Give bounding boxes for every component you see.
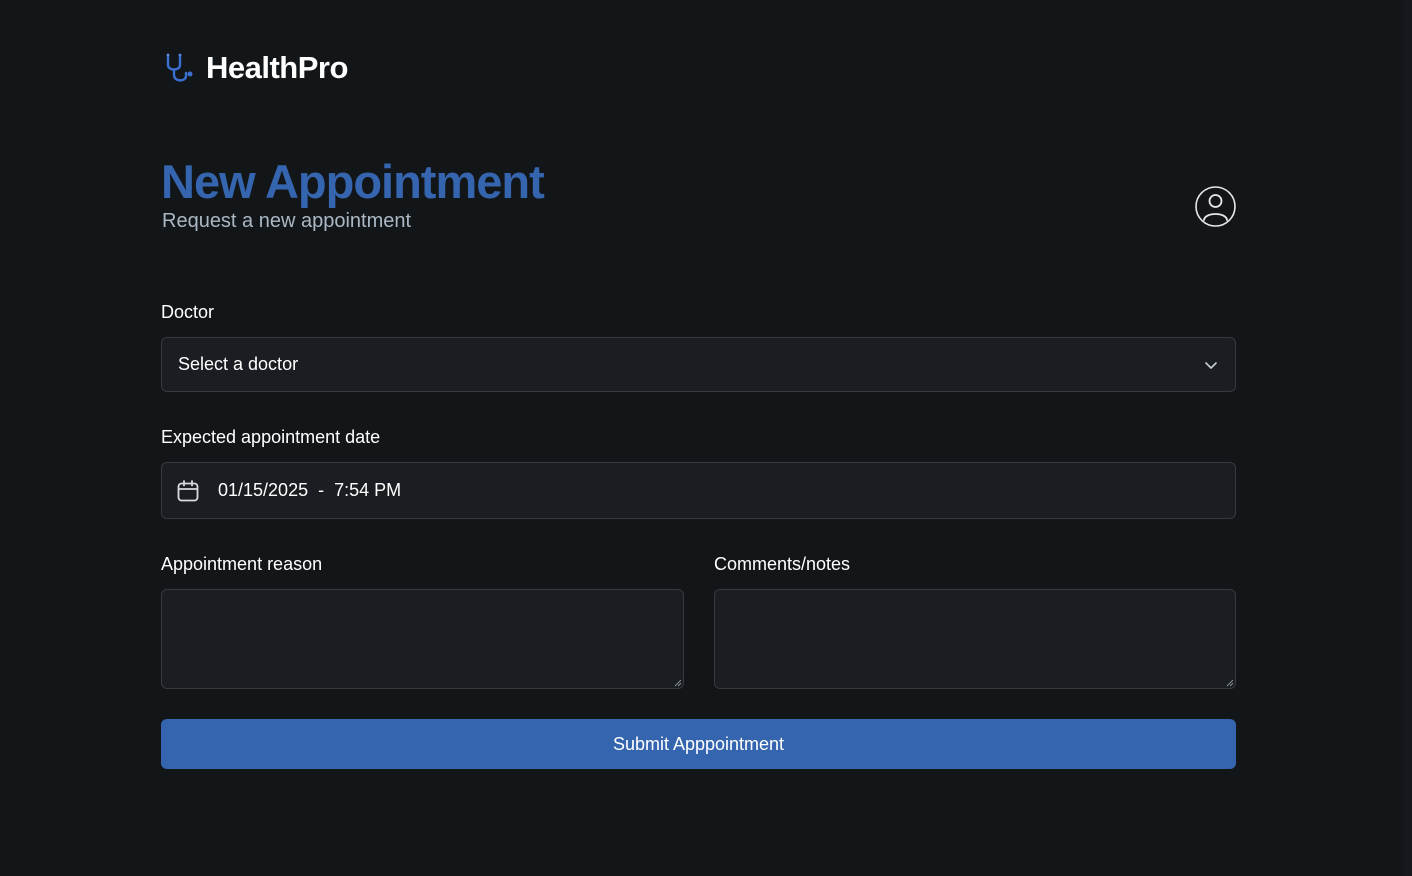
doctor-label: Doctor: [161, 302, 215, 322]
date-label: Expected appointment date: [161, 427, 381, 447]
stethoscope-icon: [166, 53, 193, 82]
doctor-select-value: Select a doctor: [178, 354, 299, 374]
user-profile-button[interactable]: [1195, 186, 1236, 227]
notes-label: Comments/notes: [714, 554, 851, 574]
chevron-down-icon: [1205, 361, 1217, 369]
user-circle-icon: [1195, 186, 1236, 227]
scrollbar-track[interactable]: [1404, 0, 1412, 876]
date-picker-input[interactable]: 01/15/2025 - 7:54 PM: [161, 462, 1236, 519]
calendar-icon: [177, 479, 199, 501]
submit-appointment-button[interactable]: Submit Apppointment: [161, 719, 1236, 769]
page-subtitle: Request a new appointment: [162, 210, 412, 232]
page-title: New Appointment: [161, 155, 545, 208]
reason-label: Appointment reason: [161, 554, 323, 574]
logo[interactable]: HealthPro: [164, 50, 348, 86]
brand-name: HealthPro: [206, 50, 348, 85]
reason-textarea[interactable]: [161, 589, 684, 689]
notes-textarea[interactable]: [714, 589, 1236, 689]
doctor-select[interactable]: Select a doctor: [161, 337, 1236, 392]
date-value: 01/15/2025 - 7:54 PM: [218, 480, 402, 500]
